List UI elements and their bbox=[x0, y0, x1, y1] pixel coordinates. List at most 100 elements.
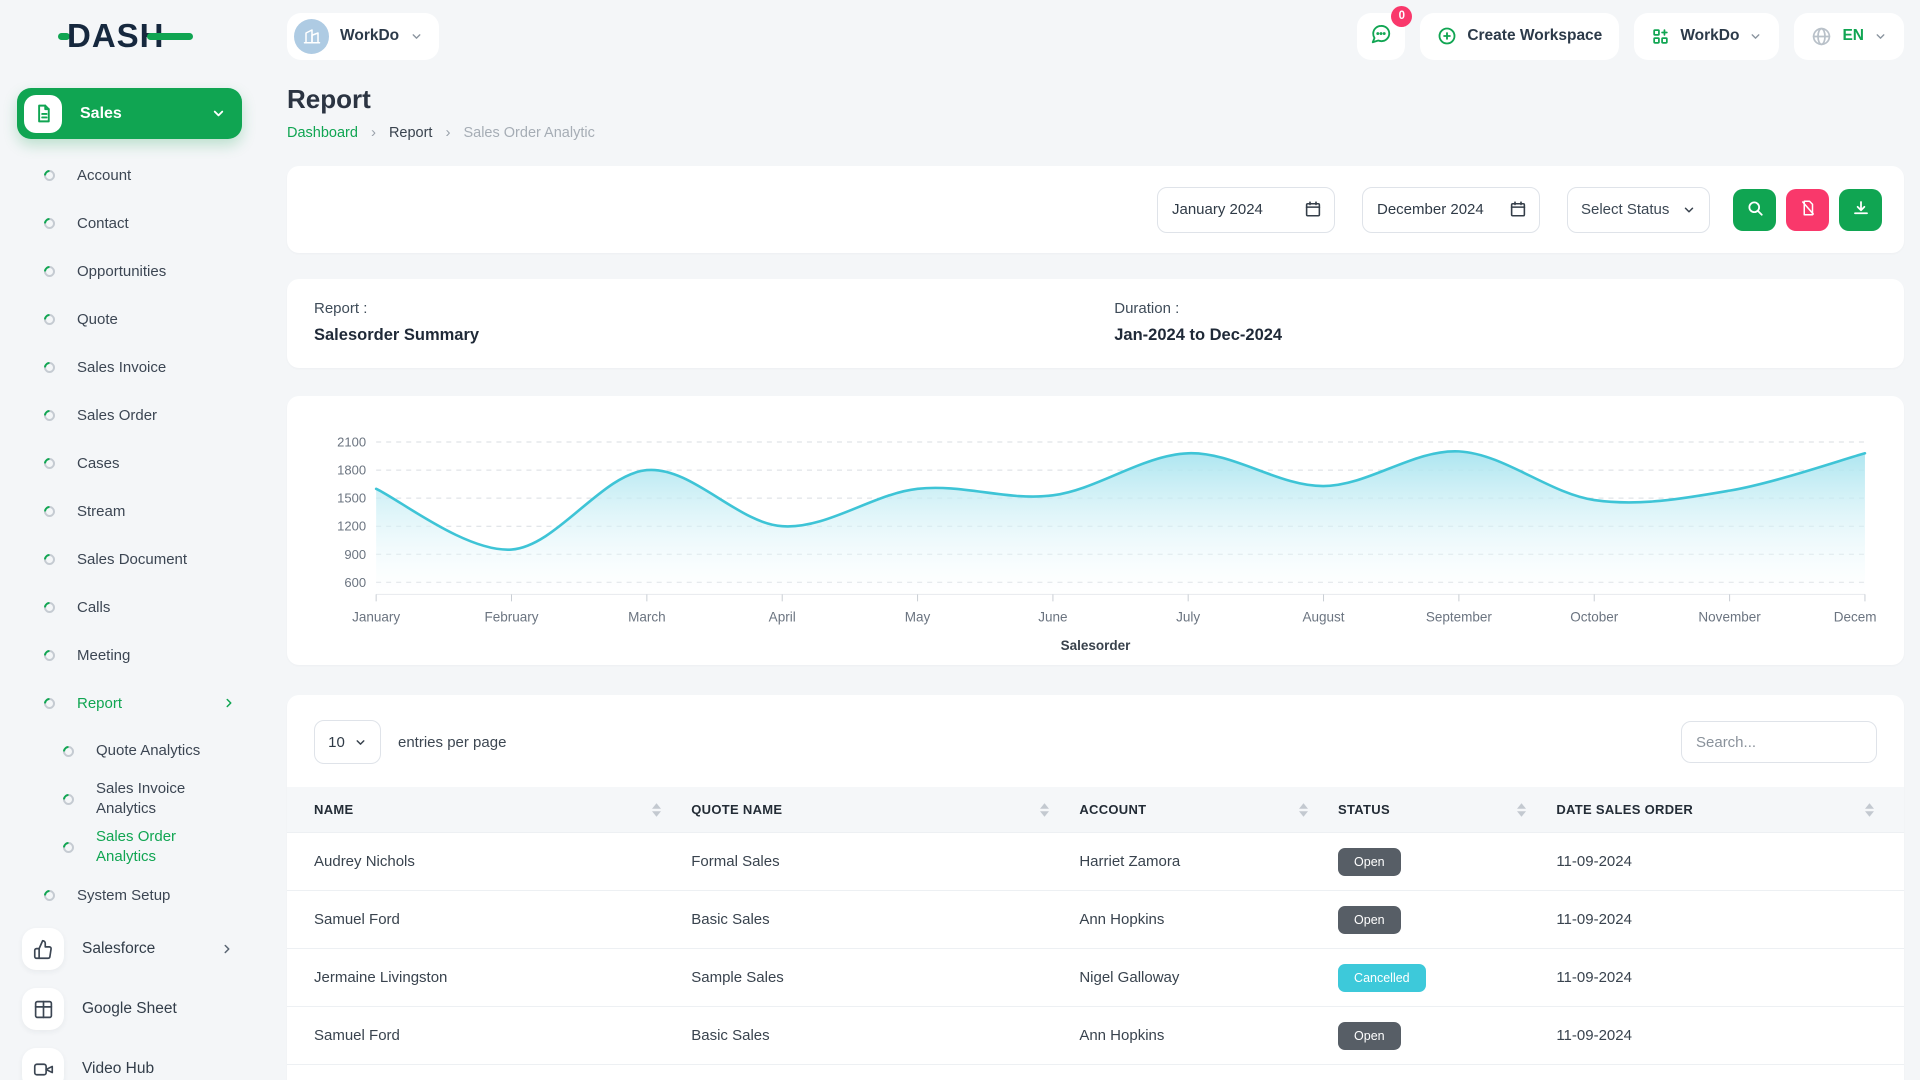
sidebar-item-sales-invoice[interactable]: Sales Invoice bbox=[44, 343, 258, 391]
chevron-right-icon bbox=[222, 696, 236, 710]
file-slash-icon bbox=[1799, 199, 1817, 220]
sidebar-item-label: Stream bbox=[77, 503, 125, 520]
cell-quote-name: Basic Sales bbox=[691, 891, 1079, 949]
table-row[interactable]: Samuel FordBasic SalesAnn HopkinsOpen11-… bbox=[287, 1007, 1904, 1065]
svg-text:January: January bbox=[352, 609, 400, 624]
sidebar-app-label: Video Hub bbox=[82, 1060, 154, 1078]
svg-text:1200: 1200 bbox=[337, 519, 366, 534]
svg-text:November: November bbox=[1698, 609, 1761, 624]
start-date-input[interactable] bbox=[1157, 187, 1335, 233]
status-select[interactable]: Select Status bbox=[1567, 187, 1710, 233]
column-header-account[interactable]: ACCOUNT bbox=[1079, 787, 1338, 833]
breadcrumb-current: Sales Order Analytic bbox=[463, 125, 594, 141]
sidebar-item-account[interactable]: Account bbox=[44, 151, 258, 199]
sidebar-item-label: Quote Analytics bbox=[96, 741, 200, 761]
sidebar-item-opportunities[interactable]: Opportunities bbox=[44, 247, 258, 295]
sidebar-item-quote-analytics[interactable]: Quote Analytics bbox=[63, 727, 258, 775]
workdo-menu-button[interactable]: WorkDo bbox=[1634, 13, 1779, 60]
sort-icon[interactable] bbox=[1040, 803, 1049, 817]
sort-icon[interactable] bbox=[1865, 803, 1874, 817]
sidebar-item-sales-order-analytics[interactable]: Sales Order Analytics bbox=[63, 823, 258, 871]
column-label: DATE SALES ORDER bbox=[1556, 802, 1693, 817]
cell-account: Nigel Galloway bbox=[1079, 949, 1338, 1007]
duration-label: Duration : bbox=[1114, 300, 1877, 317]
end-date-input[interactable] bbox=[1362, 187, 1540, 233]
sidebar-app-video-hub[interactable]: Video Hub bbox=[22, 1039, 258, 1080]
sort-icon[interactable] bbox=[1299, 803, 1308, 817]
svg-text:June: June bbox=[1038, 609, 1067, 624]
cell-quote-name: Sample Sales bbox=[691, 949, 1079, 1007]
main-content: WorkDo 0 Create Workspace WorkDo bbox=[258, 0, 1920, 1080]
dash-logo[interactable]: DASH bbox=[58, 17, 193, 55]
breadcrumb-report[interactable]: Report bbox=[389, 125, 433, 141]
column-header-date-sales-order[interactable]: DATE SALES ORDER bbox=[1556, 787, 1904, 833]
sidebar-item-report[interactable]: Report bbox=[44, 679, 258, 727]
cell-account: Ann Hopkins bbox=[1079, 1007, 1338, 1065]
svg-text:May: May bbox=[905, 609, 931, 624]
status-cell: Open bbox=[1338, 891, 1556, 949]
start-date-field bbox=[1157, 187, 1335, 233]
svg-text:March: March bbox=[628, 609, 666, 624]
sidebar-item-contact[interactable]: Contact bbox=[44, 199, 258, 247]
bullet-ring-icon bbox=[42, 599, 58, 615]
workspace-name: WorkDo bbox=[340, 27, 399, 45]
grid-plus-icon bbox=[1651, 27, 1670, 46]
status-badge: Open bbox=[1338, 1022, 1401, 1050]
report-value: Salesorder Summary bbox=[314, 326, 1114, 345]
table-row[interactable]: Audrey NicholsFormal SalesHarriet Zamora… bbox=[287, 833, 1904, 891]
page-title: Report bbox=[287, 84, 1904, 115]
create-workspace-button[interactable]: Create Workspace bbox=[1420, 13, 1619, 60]
table-row[interactable]: Jermaine LivingstonSample SalesNigel Gal… bbox=[287, 949, 1904, 1007]
bullet-ring-icon bbox=[42, 551, 58, 567]
bullet-ring-icon bbox=[42, 647, 58, 663]
reset-filter-button[interactable] bbox=[1786, 189, 1829, 231]
language-selector[interactable]: EN bbox=[1794, 13, 1904, 60]
breadcrumb: Dashboard › Report › Sales Order Analyti… bbox=[287, 124, 1904, 141]
sidebar-item-sales-invoice-analytics[interactable]: Sales Invoice Analytics bbox=[63, 775, 258, 823]
apply-filter-button[interactable] bbox=[1733, 189, 1776, 231]
column-header-name[interactable]: NAME bbox=[287, 787, 691, 833]
chart-x-axis-title: Salesorder bbox=[314, 638, 1877, 653]
chevron-down-icon bbox=[1682, 203, 1696, 217]
workspace-switcher[interactable]: WorkDo bbox=[287, 13, 439, 60]
sales-order-table: NAMEQUOTE NAMEACCOUNTSTATUS DATE SALES OR… bbox=[287, 787, 1904, 1065]
sidebar-item-stream[interactable]: Stream bbox=[44, 487, 258, 535]
chevron-down-icon bbox=[1874, 30, 1887, 43]
sort-icon[interactable] bbox=[652, 803, 661, 817]
bullet-ring-icon bbox=[42, 215, 58, 231]
sidebar-item-cases[interactable]: Cases bbox=[44, 439, 258, 487]
sidebar-app-salesforce[interactable]: Salesforce bbox=[22, 919, 258, 979]
sidebar-app-google-sheet[interactable]: Google Sheet bbox=[22, 979, 258, 1039]
sidebar-item-quote[interactable]: Quote bbox=[44, 295, 258, 343]
column-header-quote-name[interactable]: QUOTE NAME bbox=[691, 787, 1079, 833]
cell-date-sales-order: 11-09-2024 bbox=[1556, 833, 1904, 891]
language-code: EN bbox=[1842, 27, 1864, 45]
sidebar-item-calls[interactable]: Calls bbox=[44, 583, 258, 631]
column-label: STATUS bbox=[1338, 802, 1390, 817]
breadcrumb-separator-icon: › bbox=[445, 124, 450, 141]
sidebar-item-label: Calls bbox=[77, 599, 110, 616]
logo-accent-bar-icon bbox=[147, 33, 193, 40]
sidebar-item-meeting[interactable]: Meeting bbox=[44, 631, 258, 679]
sidebar-item-system-setup[interactable]: System Setup bbox=[44, 871, 258, 919]
messages-button[interactable]: 0 bbox=[1357, 13, 1405, 60]
download-button[interactable] bbox=[1839, 189, 1882, 231]
sidebar-item-label: Account bbox=[77, 167, 131, 184]
column-header-status[interactable]: STATUS bbox=[1338, 787, 1556, 833]
cell-name: Audrey Nichols bbox=[287, 833, 691, 891]
table-search-input[interactable] bbox=[1681, 721, 1877, 763]
sidebar-item-sales-document[interactable]: Sales Document bbox=[44, 535, 258, 583]
sort-icon[interactable] bbox=[1517, 803, 1526, 817]
cell-account: Harriet Zamora bbox=[1079, 833, 1338, 891]
breadcrumb-dashboard[interactable]: Dashboard bbox=[287, 125, 358, 141]
sidebar-item-label: Report bbox=[77, 695, 122, 712]
chat-icon bbox=[1370, 23, 1392, 50]
chevron-down-icon bbox=[1749, 30, 1762, 43]
entries-per-page-select[interactable]: 10 bbox=[314, 720, 381, 764]
bullet-ring-icon bbox=[61, 839, 77, 855]
table-row[interactable]: Samuel FordBasic SalesAnn HopkinsOpen11-… bbox=[287, 891, 1904, 949]
svg-text:September: September bbox=[1426, 609, 1493, 624]
sidebar-section-sales[interactable]: Sales bbox=[17, 88, 242, 139]
sidebar-item-sales-order[interactable]: Sales Order bbox=[44, 391, 258, 439]
cell-name: Jermaine Livingston bbox=[287, 949, 691, 1007]
